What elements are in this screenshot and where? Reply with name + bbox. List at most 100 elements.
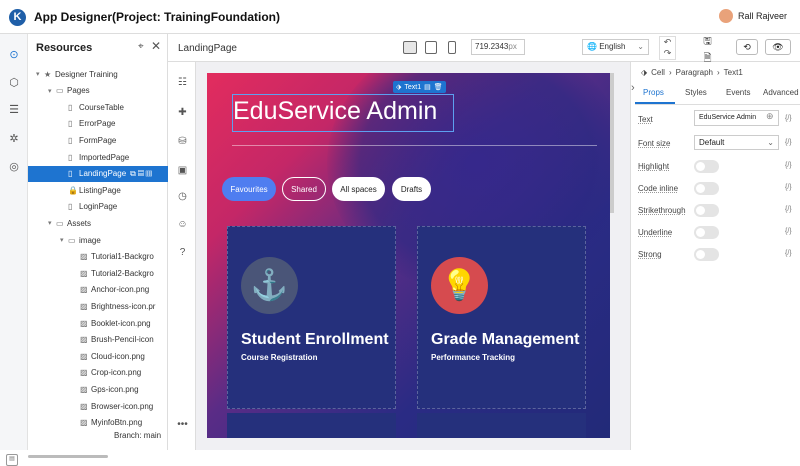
puzzle-icon[interactable]: ✚	[176, 106, 189, 119]
font-size-select[interactable]: Default ⌄	[694, 135, 779, 150]
tree-item[interactable]: ▨ MyinfoBtn.png	[28, 415, 168, 431]
help-icon[interactable]: ?	[176, 246, 189, 259]
revert-button[interactable]: ⟲	[736, 39, 758, 55]
edit-icon[interactable]: ▤	[424, 83, 431, 91]
selection-chip[interactable]: ⬗ Text1 ▤ 🗑	[393, 81, 446, 93]
list-icon[interactable]: ☰	[7, 103, 21, 117]
canvas-scrollbar[interactable]	[610, 73, 614, 213]
network-icon[interactable]: ✲	[7, 132, 21, 146]
fx-icon[interactable]: {/}	[785, 139, 792, 146]
tab-advanced[interactable]: Advanced	[763, 88, 799, 97]
strikethrough-toggle[interactable]	[694, 204, 719, 217]
tree-item[interactable]: ▯ LandingPage ⧉▤▥	[28, 165, 168, 182]
tree-item-label: Assets	[67, 218, 92, 228]
breadcrumb-item[interactable]: Paragraph	[676, 68, 713, 77]
lock-icon: 🔒	[68, 185, 78, 195]
tree-item[interactable]: ▾ ★ Designer Training	[28, 66, 168, 82]
tree-item-label: ImportedPage	[79, 152, 130, 162]
chevron-down-icon[interactable]: ▾	[48, 87, 56, 95]
database-icon[interactable]: ⛁	[176, 135, 189, 148]
tree-item[interactable]: ▯ LoginPage	[28, 199, 168, 215]
chevron-down-icon[interactable]: ▾	[48, 219, 56, 227]
card-placeholder[interactable]	[227, 413, 396, 438]
preview-button[interactable]: 👁	[765, 39, 791, 55]
user-menu[interactable]: Rall Rajveer	[719, 9, 787, 23]
fx-icon[interactable]: {/}	[785, 162, 792, 169]
canvas-width-value: 719.2343	[475, 42, 509, 51]
underline-toggle[interactable]	[694, 226, 719, 239]
tree-item[interactable]: ▯ FormPage	[28, 132, 168, 148]
fx-icon[interactable]: {/}	[785, 228, 792, 235]
tree-item[interactable]: ▨ Cloud-icon.png	[28, 348, 168, 364]
strong-toggle[interactable]	[694, 248, 719, 261]
breadcrumb-item[interactable]: Cell	[651, 68, 665, 77]
tab-events[interactable]: Events	[726, 88, 750, 97]
tree-item[interactable]: ▨ Browser-icon.png	[28, 398, 168, 414]
palette-icon[interactable]: ◎	[7, 160, 21, 174]
image-icon: ▨	[80, 418, 88, 428]
fx-icon[interactable]: {/}	[785, 250, 792, 257]
tree-item[interactable]: ▾ ▭ Pages	[28, 83, 168, 99]
language-value: English	[599, 42, 626, 51]
pill-shared[interactable]: Shared	[282, 177, 326, 201]
tree-item[interactable]: ▨ Booklet-icon.png	[28, 315, 168, 331]
tab-props[interactable]: Props	[643, 88, 664, 97]
chevron-down-icon: ⌄	[767, 138, 774, 147]
layers-icon[interactable]: ☷	[176, 76, 189, 89]
chevron-down-icon[interactable]: ▾	[36, 70, 44, 78]
fx-icon[interactable]: {/}	[785, 206, 792, 213]
tree-item[interactable]: ▾ ▭ image	[28, 232, 168, 248]
highlight-toggle[interactable]	[694, 160, 719, 173]
row-actions-icon[interactable]: ⧉▤▥	[130, 169, 154, 179]
breadcrumb-item[interactable]: Text1	[724, 68, 743, 77]
tree-item[interactable]: ▨ Brush-Pencil-icon	[28, 332, 168, 348]
undo-redo-buttons[interactable]: ↶ ↷	[659, 36, 676, 60]
card-placeholder[interactable]	[417, 413, 586, 438]
page-heading[interactable]: EduService Admin	[232, 97, 454, 126]
pin-icon[interactable]: ⌖	[138, 41, 144, 52]
explorer-icon[interactable]: ⊙	[7, 48, 21, 62]
card-grade-management[interactable]: 💡 Grade Management Performance Tracking	[417, 226, 586, 409]
code-inline-toggle[interactable]	[694, 182, 719, 195]
fx-icon[interactable]: {/}	[785, 184, 792, 191]
cube-icon[interactable]: ⬡	[7, 76, 21, 90]
tree-item[interactable]: ▨ Anchor-icon.png	[28, 282, 168, 298]
tree-item[interactable]: ▨ Brightness-icon.pr	[28, 298, 168, 314]
collapse-panel-icon[interactable]: ›	[631, 82, 640, 102]
language-select[interactable]: 🌐 English ⌄	[582, 39, 649, 55]
tree-item[interactable]: ▯ ErrorPage	[28, 116, 168, 132]
image-icon: ▨	[80, 351, 88, 361]
panel-toggle-icon[interactable]: ▤	[6, 454, 18, 466]
page-canvas[interactable]: EduService Admin ⬗ Text1 ▤ 🗑 Favourites Sha…	[207, 73, 610, 438]
tree-item[interactable]: ▨ Tutorial1-Backgro	[28, 249, 168, 265]
tab-styles[interactable]: Styles	[685, 88, 707, 97]
more-icon[interactable]: •••	[176, 418, 189, 431]
globe-icon[interactable]: ⊕	[766, 111, 774, 122]
pill-all-spaces[interactable]: All spaces	[332, 177, 385, 201]
history-icon[interactable]: ◷	[176, 190, 189, 203]
bot-icon[interactable]: ☺	[176, 218, 189, 231]
delete-icon[interactable]: 🗑	[434, 83, 443, 91]
resources-scrollbar[interactable]	[28, 455, 108, 458]
chevron-down-icon[interactable]: ▾	[60, 236, 68, 244]
tree-item[interactable]: 🔒 ListingPage	[28, 182, 168, 198]
desktop-view-icon[interactable]	[403, 41, 417, 54]
pill-favourites[interactable]: Favourites	[222, 177, 276, 201]
phone-view-icon[interactable]	[448, 41, 456, 54]
chevron-right-icon: ›	[668, 68, 672, 77]
tree-item[interactable]: ▯ ImportedPage	[28, 149, 168, 165]
pill-drafts[interactable]: Drafts	[392, 177, 431, 201]
fx-icon[interactable]: {/}	[785, 115, 792, 122]
canvas-width-input[interactable]: 719.2343px	[471, 39, 525, 55]
tree-item[interactable]: ▨ Gps-icon.png	[28, 381, 168, 397]
tablet-view-icon[interactable]	[425, 41, 437, 54]
tree-item[interactable]: ▾ ▭ Assets	[28, 215, 168, 231]
tree-item[interactable]: ▨ Crop-icon.png	[28, 365, 168, 381]
tree-item[interactable]: ▯ CourseTable	[28, 99, 168, 115]
card-student-enrollment[interactable]: ⚓ Student Enrollment Course Registration	[227, 226, 396, 409]
close-icon[interactable]: ✕	[151, 39, 161, 53]
selection-chip-label: Text1	[404, 83, 422, 91]
media-icon[interactable]: ▣	[176, 164, 189, 177]
save-icon[interactable]: 🖫 🗎	[698, 34, 717, 64]
tree-item[interactable]: ▨ Tutorial2-Backgro	[28, 265, 168, 281]
